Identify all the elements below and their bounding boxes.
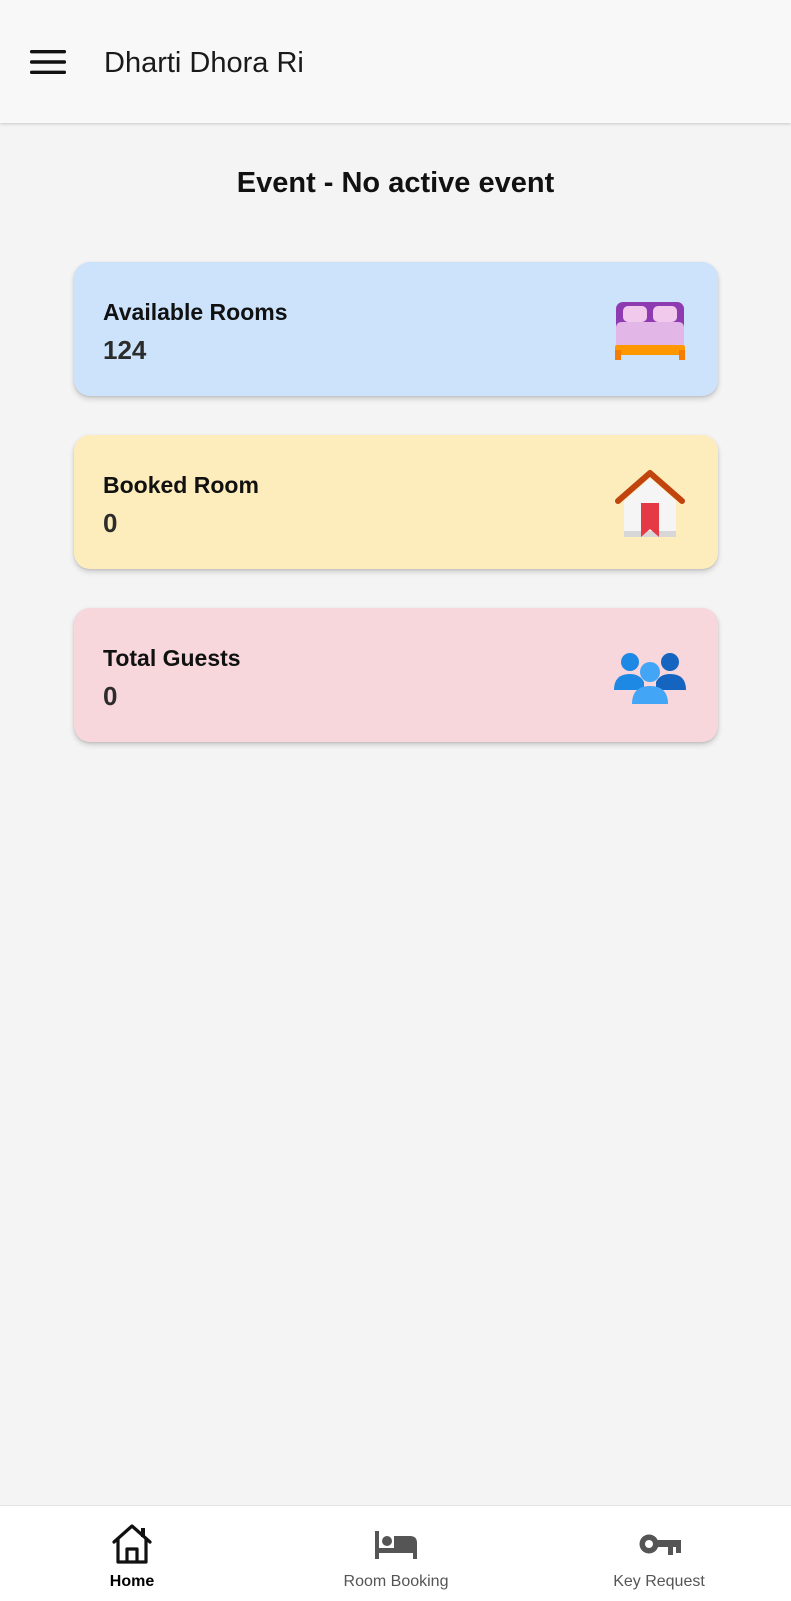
card-value: 0 — [103, 681, 118, 711]
nav-label: Home — [109, 1573, 155, 1590]
card-label: Total Guests — [103, 645, 241, 671]
hamburger-menu-icon — [30, 50, 66, 74]
bed-icon — [615, 302, 685, 360]
card-value: 124 — [103, 335, 147, 365]
people-group-icon — [614, 653, 686, 704]
house-bookmark-icon — [615, 470, 685, 537]
key-icon — [639, 1534, 681, 1555]
nav-label: Key Request — [613, 1573, 705, 1590]
app-title: Dharti Dhora Ri — [104, 47, 304, 79]
available-rooms-card[interactable]: Available Rooms 124 — [74, 262, 718, 396]
nav-item-home[interactable]: Home — [0, 1506, 264, 1601]
card-value: 0 — [103, 508, 118, 538]
nav-label: Room Booking — [343, 1573, 449, 1590]
home-icon — [112, 1524, 152, 1564]
card-label: Booked Room — [103, 472, 259, 498]
bottom-navigation: Home Room Booking Key Request — [0, 1505, 791, 1601]
event-title: Event - No active event — [236, 167, 555, 199]
card-label: Available Rooms — [103, 299, 288, 325]
app-bar: Dharti Dhora Ri — [0, 0, 791, 123]
bed-icon — [375, 1531, 417, 1559]
booked-room-card[interactable]: Booked Room 0 — [74, 435, 718, 569]
total-guests-card[interactable]: Total Guests 0 — [74, 608, 718, 742]
nav-item-key-request[interactable]: Key Request — [527, 1506, 791, 1601]
nav-item-room-booking[interactable]: Room Booking — [264, 1506, 528, 1601]
menu-button[interactable] — [20, 38, 76, 86]
